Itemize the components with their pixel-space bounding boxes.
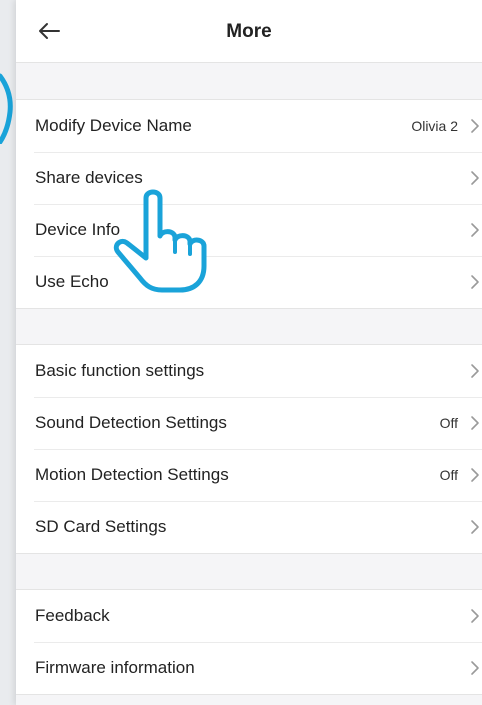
motion-detection-status: Off: [439, 467, 458, 483]
row-label: Feedback: [35, 606, 110, 625]
more-screen: More Modify Device Name Olivia 2 Share d…: [16, 0, 482, 705]
sd-card-settings-row[interactable]: SD Card Settings: [16, 501, 482, 553]
device-info-row[interactable]: Device Info: [16, 204, 482, 256]
row-label: Sound Detection Settings: [35, 413, 227, 432]
feedback-row[interactable]: Feedback: [16, 590, 482, 642]
row-label: Modify Device Name: [35, 116, 192, 135]
row-label: Use Echo: [35, 272, 109, 291]
top-bar: More: [16, 0, 482, 63]
basic-function-settings-row[interactable]: Basic function settings: [16, 345, 482, 397]
page-title: More: [226, 21, 272, 42]
motion-detection-settings-row[interactable]: Motion Detection Settings Off: [16, 449, 482, 501]
share-devices-row[interactable]: Share devices: [16, 152, 482, 204]
modify-device-name-row[interactable]: Modify Device Name Olivia 2: [16, 100, 482, 152]
row-label: Basic function settings: [35, 361, 205, 380]
chevron-right-icon: [471, 364, 479, 378]
chevron-right-icon: [471, 119, 479, 133]
row-label: SD Card Settings: [35, 517, 167, 536]
sound-detection-settings-row[interactable]: Sound Detection Settings Off: [16, 397, 482, 449]
chevron-right-icon: [471, 609, 479, 623]
device-name-value: Olivia 2: [411, 118, 458, 134]
row-label: Firmware information: [35, 658, 195, 677]
chevron-right-icon: [471, 275, 479, 289]
use-echo-row[interactable]: Use Echo: [16, 256, 482, 308]
chevron-right-icon: [471, 223, 479, 237]
firmware-information-row[interactable]: Firmware information: [16, 642, 482, 694]
arrow-left-icon: [39, 23, 60, 39]
chevron-right-icon: [471, 520, 479, 534]
chevron-right-icon: [471, 171, 479, 185]
row-label: Share devices: [35, 168, 143, 187]
sound-detection-status: Off: [439, 415, 458, 431]
chevron-right-icon: [471, 661, 479, 675]
row-label: Device Info: [35, 220, 121, 239]
device-settings-group: Modify Device Name Olivia 2 Share device…: [16, 99, 482, 309]
chevron-right-icon: [471, 416, 479, 430]
chevron-right-icon: [471, 468, 479, 482]
function-settings-group: Basic function settings Sound Detection …: [16, 344, 482, 554]
support-group: Feedback Firmware information: [16, 589, 482, 695]
row-label: Motion Detection Settings: [35, 465, 229, 484]
back-button[interactable]: [34, 16, 64, 46]
